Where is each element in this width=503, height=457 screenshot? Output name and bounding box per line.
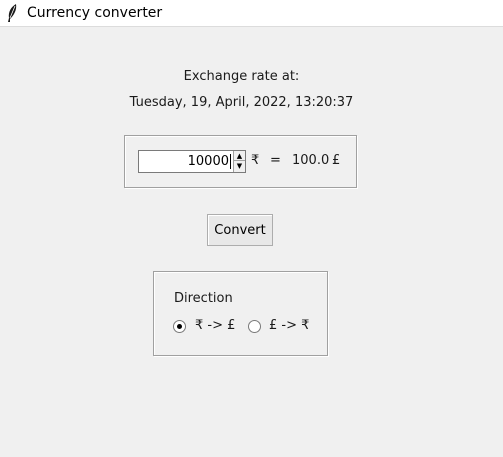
exchange-rate-label: Exchange rate at: (183, 69, 300, 84)
equals-sign: = (270, 153, 281, 168)
direction-option-gbp-to-inr-label[interactable]: £ -> ₹ (269, 318, 309, 333)
feather-icon (8, 4, 17, 22)
spin-down-arrow-icon[interactable]: ▼ (233, 161, 245, 172)
spin-up-arrow-icon[interactable]: ▲ (233, 151, 245, 161)
title-bar: Currency converter (0, 0, 503, 27)
converted-result: 100.0 (292, 153, 330, 168)
to-currency-symbol: £ (332, 153, 341, 168)
amount-spinbox[interactable]: 10000 ▲ ▼ (138, 150, 246, 173)
amount-value[interactable]: 10000 (188, 154, 229, 169)
from-currency-symbol: ₹ (251, 153, 260, 168)
direction-radio-inr-to-gbp[interactable] (173, 320, 186, 333)
direction-radio-gbp-to-inr[interactable] (248, 320, 261, 333)
direction-label: Direction (174, 291, 233, 306)
direction-option-inr-to-gbp-label[interactable]: ₹ -> £ (195, 318, 235, 333)
window-title: Currency converter (27, 5, 163, 21)
direction-frame (153, 271, 328, 356)
exchange-rate-datetime: Tuesday, 19, April, 2022, 13:20:37 (129, 95, 354, 110)
convert-button[interactable]: Convert (207, 214, 273, 246)
text-cursor (230, 154, 231, 169)
